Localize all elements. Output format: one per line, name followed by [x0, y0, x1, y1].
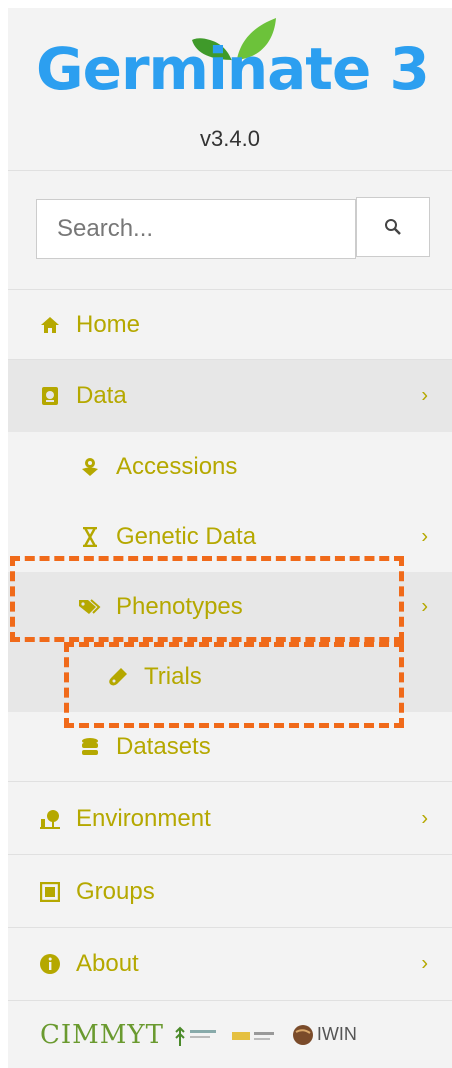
sidebar: Germinate 3 v3.4.0 Home Data › Accession… — [8, 8, 452, 1068]
app-version: v3.4.0 — [200, 126, 260, 151]
nav-item-label: Groups — [76, 877, 155, 905]
app-logo-text: Germinate 3 — [36, 35, 430, 103]
nav-item-label: Environment — [76, 804, 211, 832]
nav-item-home[interactable]: Home — [8, 290, 452, 360]
chevron-right-icon: › — [421, 384, 428, 407]
nav-item-data[interactable]: Data › — [8, 360, 452, 432]
nav-item-label: Home — [76, 310, 141, 338]
chevron-right-icon: › — [421, 807, 428, 829]
home-icon — [36, 311, 64, 339]
search-area — [8, 171, 452, 290]
flower-icon — [76, 453, 104, 481]
iwin-globe-icon — [292, 1024, 313, 1045]
partner-logo-icon — [175, 1026, 216, 1046]
tree-icon — [36, 805, 64, 833]
highlight-trials — [64, 642, 404, 728]
database-icon — [36, 382, 64, 410]
nav-item-label: Accessions — [116, 453, 238, 480]
group-icon — [36, 878, 64, 906]
footer-logos: CIMMYT IWIN — [8, 1000, 452, 1068]
nav-item-label: About — [76, 950, 139, 977]
chevron-right-icon: › — [421, 952, 428, 975]
nav-item-label: Genetic Data — [116, 523, 257, 550]
logo-area: Germinate 3 v3.4.0 — [8, 8, 452, 171]
nav-item-label: Data — [76, 382, 127, 409]
nav-item-groups[interactable]: Groups — [8, 856, 452, 928]
nav-item-label: Datasets — [116, 732, 211, 760]
hourglass-icon — [76, 523, 104, 551]
chevron-right-icon: › — [421, 525, 428, 548]
highlight-phenotypes — [10, 556, 404, 642]
search-button[interactable] — [356, 197, 430, 257]
nav-item-environment[interactable]: Environment › — [8, 783, 452, 855]
iwin-logo: IWIN — [292, 1024, 357, 1046]
chevron-right-icon: › — [421, 595, 428, 618]
nav-item-about[interactable]: About › — [8, 928, 452, 1000]
info-icon — [36, 950, 64, 978]
cimmyt-logo: CIMMYT — [40, 1019, 164, 1050]
search-icon — [385, 219, 401, 235]
stack-icon — [76, 733, 104, 761]
search-input[interactable] — [36, 199, 356, 259]
nav-item-accessions[interactable]: Accessions — [8, 432, 452, 502]
partner-logo-icon — [231, 1031, 274, 1040]
